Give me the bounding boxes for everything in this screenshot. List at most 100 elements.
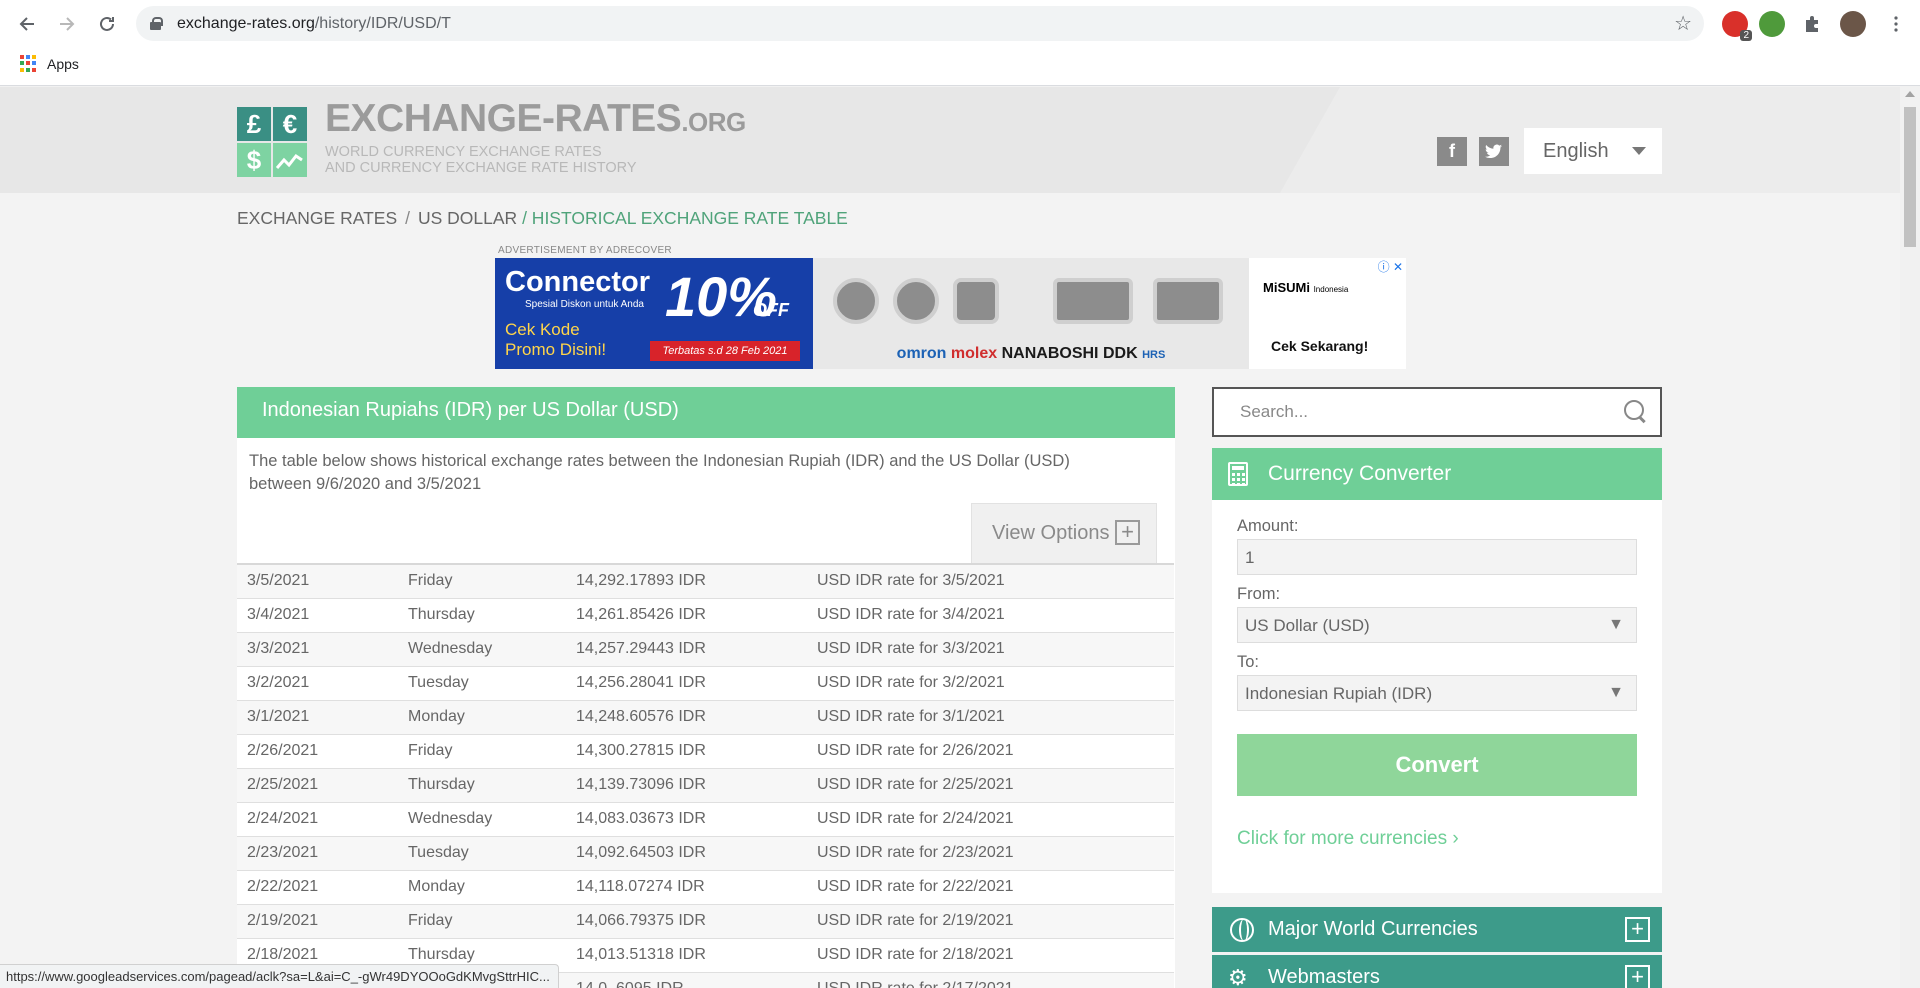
row-rate-link[interactable]: USD IDR rate for 2/18/2021 bbox=[807, 938, 1174, 972]
row-rate: 14,257.29443 IDR bbox=[576, 640, 706, 657]
rates-intro: The table below shows historical exchang… bbox=[249, 452, 1070, 493]
lock-icon[interactable] bbox=[150, 17, 163, 30]
back-icon[interactable] bbox=[11, 8, 43, 40]
bookmark-star-icon[interactable]: ☆ bbox=[1674, 11, 1692, 36]
apps-grid-icon[interactable] bbox=[20, 55, 37, 72]
ad-brand-nanaboshi: NANABOSHI bbox=[1001, 345, 1099, 362]
ad-brand-hrs: HRS bbox=[1142, 349, 1166, 361]
from-currency-select[interactable]: US Dollar (USD) ▼ bbox=[1237, 607, 1637, 643]
language-select[interactable]: English bbox=[1524, 128, 1662, 174]
more-currencies-link[interactable]: Click for more currencies › bbox=[1237, 828, 1459, 850]
row-rate-link[interactable]: USD IDR rate for 2/22/2021 bbox=[807, 870, 1174, 904]
ad-advertiser-name: MiSUMi bbox=[1263, 280, 1310, 295]
logo-euro-glyph: € bbox=[273, 107, 307, 141]
forward-icon[interactable] bbox=[51, 8, 83, 40]
row-rate-link[interactable]: USD IDR rate for 3/5/2021 bbox=[807, 564, 1174, 598]
more-menu-icon[interactable] bbox=[1880, 8, 1912, 40]
adchoices-icon[interactable]: ⓘ ✕ bbox=[1378, 258, 1403, 275]
ad-deadline: Terbatas s.d 28 Feb 2021 bbox=[650, 341, 800, 361]
logo-dollar-glyph: $ bbox=[237, 143, 271, 177]
to-currency-select[interactable]: Indonesian Rupiah (IDR) ▼ bbox=[1237, 675, 1637, 711]
globe-icon bbox=[1230, 918, 1254, 942]
row-rate-link[interactable]: USD IDR rate for 2/26/2021 bbox=[807, 734, 1174, 768]
search-input[interactable]: Search... bbox=[1212, 387, 1662, 437]
breadcrumb-us-dollar[interactable]: US DOLLAR bbox=[418, 208, 517, 228]
row-rate-link[interactable]: USD IDR rate for 3/4/2021 bbox=[807, 598, 1174, 632]
search-icon[interactable] bbox=[1624, 400, 1646, 422]
advertisement-banner[interactable]: Connector Spesial Diskon untuk Anda Cek … bbox=[495, 258, 1406, 369]
site-title[interactable]: EXCHANGE-RATES.ORG bbox=[325, 97, 746, 141]
row-day: Friday bbox=[408, 912, 453, 929]
row-day: Friday bbox=[408, 572, 453, 590]
view-options-button[interactable]: View Options + bbox=[971, 503, 1157, 563]
row-day: Tuesday bbox=[408, 674, 469, 691]
row-rate-link[interactable]: USD IDR rate for 2/23/2021 bbox=[807, 836, 1174, 870]
site-title-tld: .ORG bbox=[681, 107, 746, 137]
accordion-major-label: Major World Currencies bbox=[1268, 918, 1478, 940]
row-date: 3/1/2021 bbox=[247, 708, 310, 725]
extension-adblock-icon[interactable]: 2 bbox=[1722, 11, 1752, 41]
row-rate-link[interactable]: USD IDR rate for 2/19/2021 bbox=[807, 904, 1174, 938]
dropdown-arrow-icon: ▼ bbox=[1608, 616, 1624, 633]
row-rate: 14,066.79375 IDR bbox=[576, 912, 706, 929]
rates-table: 3/5/2021 Friday 14,292.17893 IDR USD IDR ra… bbox=[237, 563, 1174, 988]
row-day: Friday bbox=[408, 742, 453, 759]
converter-title: Currency Converter bbox=[1268, 462, 1452, 485]
link-status-bar: https://www.googleadservices.com/pagead/… bbox=[0, 964, 559, 988]
search-placeholder: Search... bbox=[1240, 402, 1309, 421]
accordion-webmasters-label: Webmasters bbox=[1268, 966, 1380, 988]
ad-cta[interactable]: Cek Sekarang! bbox=[1271, 338, 1368, 354]
table-row: 3/2/2021 Tuesday 14,256.28041 IDR USD IDR r… bbox=[237, 666, 1174, 700]
row-rate-link[interactable]: USD IDR rate for 2/25/2021 bbox=[807, 768, 1174, 802]
url-path: /history/IDR/USD/T bbox=[314, 14, 451, 32]
row-rate: 14,256.28041 IDR bbox=[576, 674, 706, 691]
site-logo[interactable]: £ € $ bbox=[237, 107, 307, 177]
ad-advertiser-region: Indonesia bbox=[1313, 285, 1349, 294]
row-rate: 14,092.64503 IDR bbox=[576, 844, 706, 861]
dropdown-arrow-icon: ▼ bbox=[1608, 684, 1624, 701]
table-row: 2/24/2021 Wednesday 14,083.03673 IDR USD ID… bbox=[237, 802, 1174, 836]
row-rate-link[interactable]: USD IDR rate for 3/3/2021 bbox=[807, 632, 1174, 666]
row-day: Monday bbox=[408, 708, 465, 725]
ad-advertiser-panel: ⓘ ✕ MiSUMi Indonesia Cek Sekarang! bbox=[1249, 258, 1406, 369]
apps-bookmark[interactable]: Apps bbox=[47, 56, 79, 72]
site-title-main: EXCHANGE-RATES bbox=[325, 97, 682, 140]
profile-avatar[interactable] bbox=[1840, 11, 1866, 37]
extensions-puzzle-icon[interactable] bbox=[1796, 8, 1828, 40]
row-rate-link[interactable]: USD IDR rate for 3/2/2021 bbox=[807, 666, 1174, 700]
page: £ € $ EXCHANGE-RATES.ORG WORLD CURRENCY … bbox=[0, 87, 1900, 988]
row-date: 3/4/2021 bbox=[247, 606, 310, 623]
row-rate-link[interactable]: USD IDR rate for 3/1/2021 bbox=[807, 700, 1174, 734]
major-world-currencies-accordion[interactable]: Major World Currencies + bbox=[1212, 907, 1662, 952]
rates-heading: Indonesian Rupiahs (IDR) per US Dollar (… bbox=[237, 387, 1175, 438]
row-rate-link[interactable]: USD IDR rate for 2/24/2021 bbox=[807, 802, 1174, 836]
connector-product-image bbox=[833, 278, 879, 324]
url-domain: exchange-rates.org bbox=[177, 14, 315, 32]
calculator-icon bbox=[1228, 462, 1248, 486]
row-date: 2/23/2021 bbox=[247, 844, 319, 861]
scroll-up-arrow-icon[interactable] bbox=[1905, 91, 1915, 97]
reload-icon[interactable] bbox=[91, 8, 123, 40]
row-rate: 14,083.03673 IDR bbox=[576, 810, 706, 827]
webmasters-accordion[interactable]: ⚙ Webmasters + bbox=[1212, 955, 1662, 988]
row-rate: 14,0..6095 IDR bbox=[566, 972, 807, 988]
page-scrollbar[interactable] bbox=[1900, 87, 1920, 988]
table-row: 2/22/2021 Monday 14,118.07274 IDR USD IDR r… bbox=[237, 870, 1174, 904]
to-label: To: bbox=[1237, 653, 1260, 671]
ad-products-panel: omron molex NANABOSHI DDK HRS bbox=[813, 258, 1249, 369]
ad-promo-panel: Connector Spesial Diskon untuk Anda Cek … bbox=[495, 258, 813, 369]
scroll-thumb[interactable] bbox=[1904, 107, 1916, 247]
connector-product-image bbox=[1153, 278, 1223, 324]
amount-field[interactable]: 1 bbox=[1237, 539, 1637, 575]
extension-globe-icon[interactable] bbox=[1759, 11, 1785, 37]
row-day: Wednesday bbox=[408, 810, 493, 827]
row-day: Thursday bbox=[408, 606, 475, 623]
row-day: Tuesday bbox=[408, 844, 469, 861]
facebook-icon[interactable]: f bbox=[1437, 137, 1467, 166]
convert-button[interactable]: Convert bbox=[1237, 734, 1637, 796]
address-bar[interactable]: exchange-rates.org/history/IDR/USD/T ☆ bbox=[136, 6, 1704, 41]
row-rate-link[interactable]: USD IDR rate for 2/17/2021 bbox=[807, 972, 1174, 988]
row-date: 2/25/2021 bbox=[247, 776, 319, 793]
twitter-icon[interactable] bbox=[1479, 137, 1509, 166]
breadcrumb-exchange-rates[interactable]: EXCHANGE RATES bbox=[237, 208, 397, 228]
